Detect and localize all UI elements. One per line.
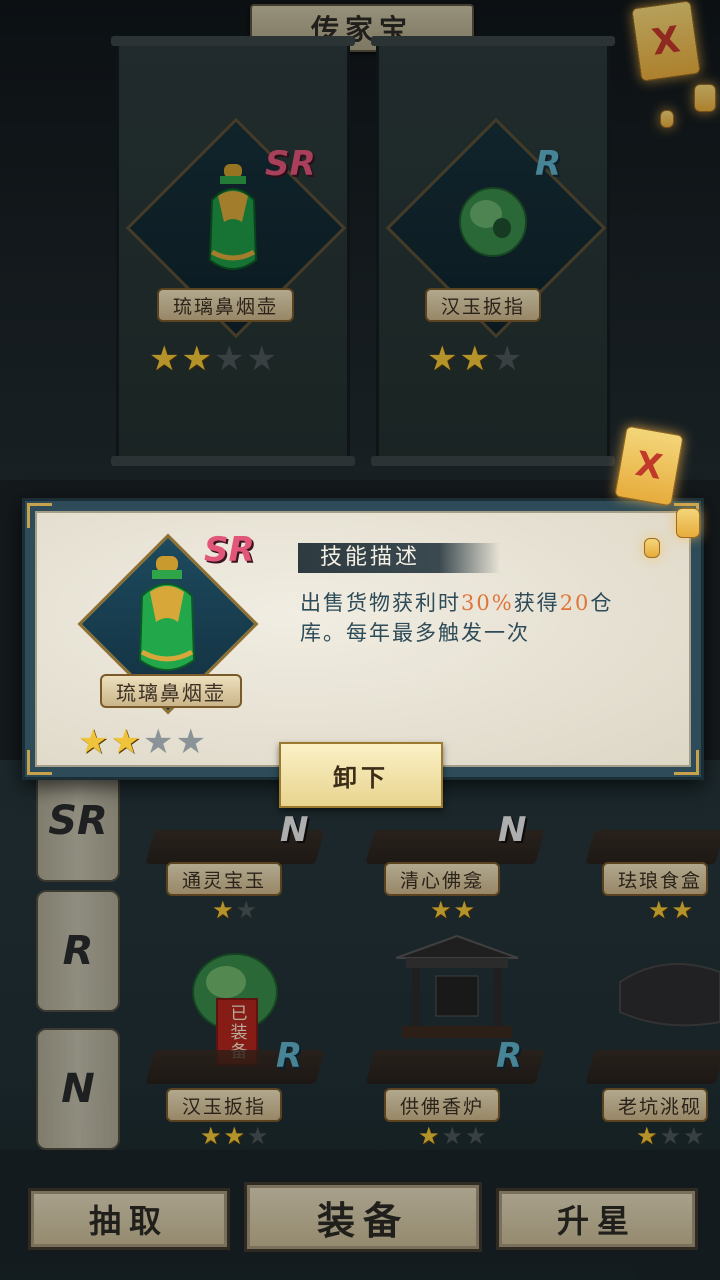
star-icon: ★: [175, 722, 206, 762]
star-icon: ★: [110, 722, 141, 762]
skill-text-part: 获得: [513, 591, 560, 615]
close-icon: X: [632, 444, 666, 488]
skill-percent-value: 30%: [461, 591, 514, 615]
unequip-button[interactable]: 卸下: [279, 742, 443, 808]
lantern-decoration: [644, 538, 660, 558]
skill-text-part: 出售货物获利时: [300, 591, 461, 615]
lantern-decoration: [676, 508, 700, 538]
star-icon: ★: [142, 722, 174, 762]
corner-ornament: [27, 750, 52, 775]
star-rating: ★ ★ ★ ★: [78, 725, 206, 759]
snuff-bottle-icon: [138, 556, 196, 671]
corner-ornament: [674, 750, 699, 775]
rarity-badge: SR: [204, 530, 255, 570]
skill-number-value: 20: [559, 591, 591, 615]
skill-description-text: 出售货物获利时30%获得20仓库。每年最多触发一次: [300, 588, 630, 648]
star-icon: ★: [78, 722, 109, 762]
corner-ornament: [27, 503, 52, 528]
skill-description-header: 技能描述: [298, 543, 500, 573]
popup-item-name: 琉璃鼻烟壶: [100, 674, 242, 708]
close-lantern-button[interactable]: X: [614, 425, 684, 507]
